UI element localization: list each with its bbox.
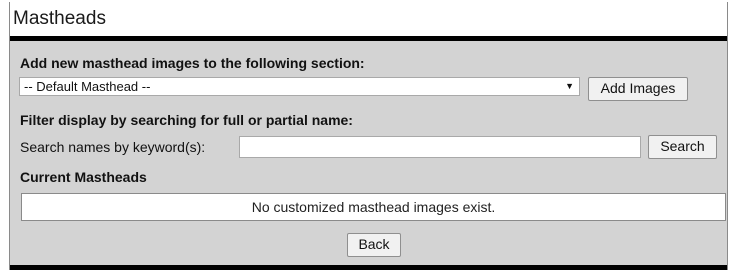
mastheads-panel: Add new masthead images to the following… [10, 41, 727, 265]
mastheads-frame: Mastheads Add new masthead images to the… [9, 2, 728, 270]
chevron-down-icon[interactable]: ▼ [565, 78, 574, 95]
section-select-value: -- Default Masthead -- [24, 79, 151, 94]
current-mastheads-heading: Current Mastheads [20, 169, 147, 185]
filter-section-heading: Filter display by searching for full or … [20, 112, 353, 128]
add-section-heading: Add new masthead images to the following… [20, 55, 365, 71]
empty-state-message: No customized masthead images exist. [21, 193, 726, 221]
search-button[interactable]: Search [648, 135, 717, 159]
section-select[interactable]: -- Default Masthead -- ▼ [19, 77, 580, 96]
page-title: Mastheads [13, 8, 106, 29]
footer-divider [10, 265, 727, 270]
back-button[interactable]: Back [347, 233, 401, 257]
search-input[interactable] [239, 136, 641, 158]
add-images-button[interactable]: Add Images [588, 77, 688, 101]
search-label: Search names by keyword(s): [20, 139, 206, 155]
